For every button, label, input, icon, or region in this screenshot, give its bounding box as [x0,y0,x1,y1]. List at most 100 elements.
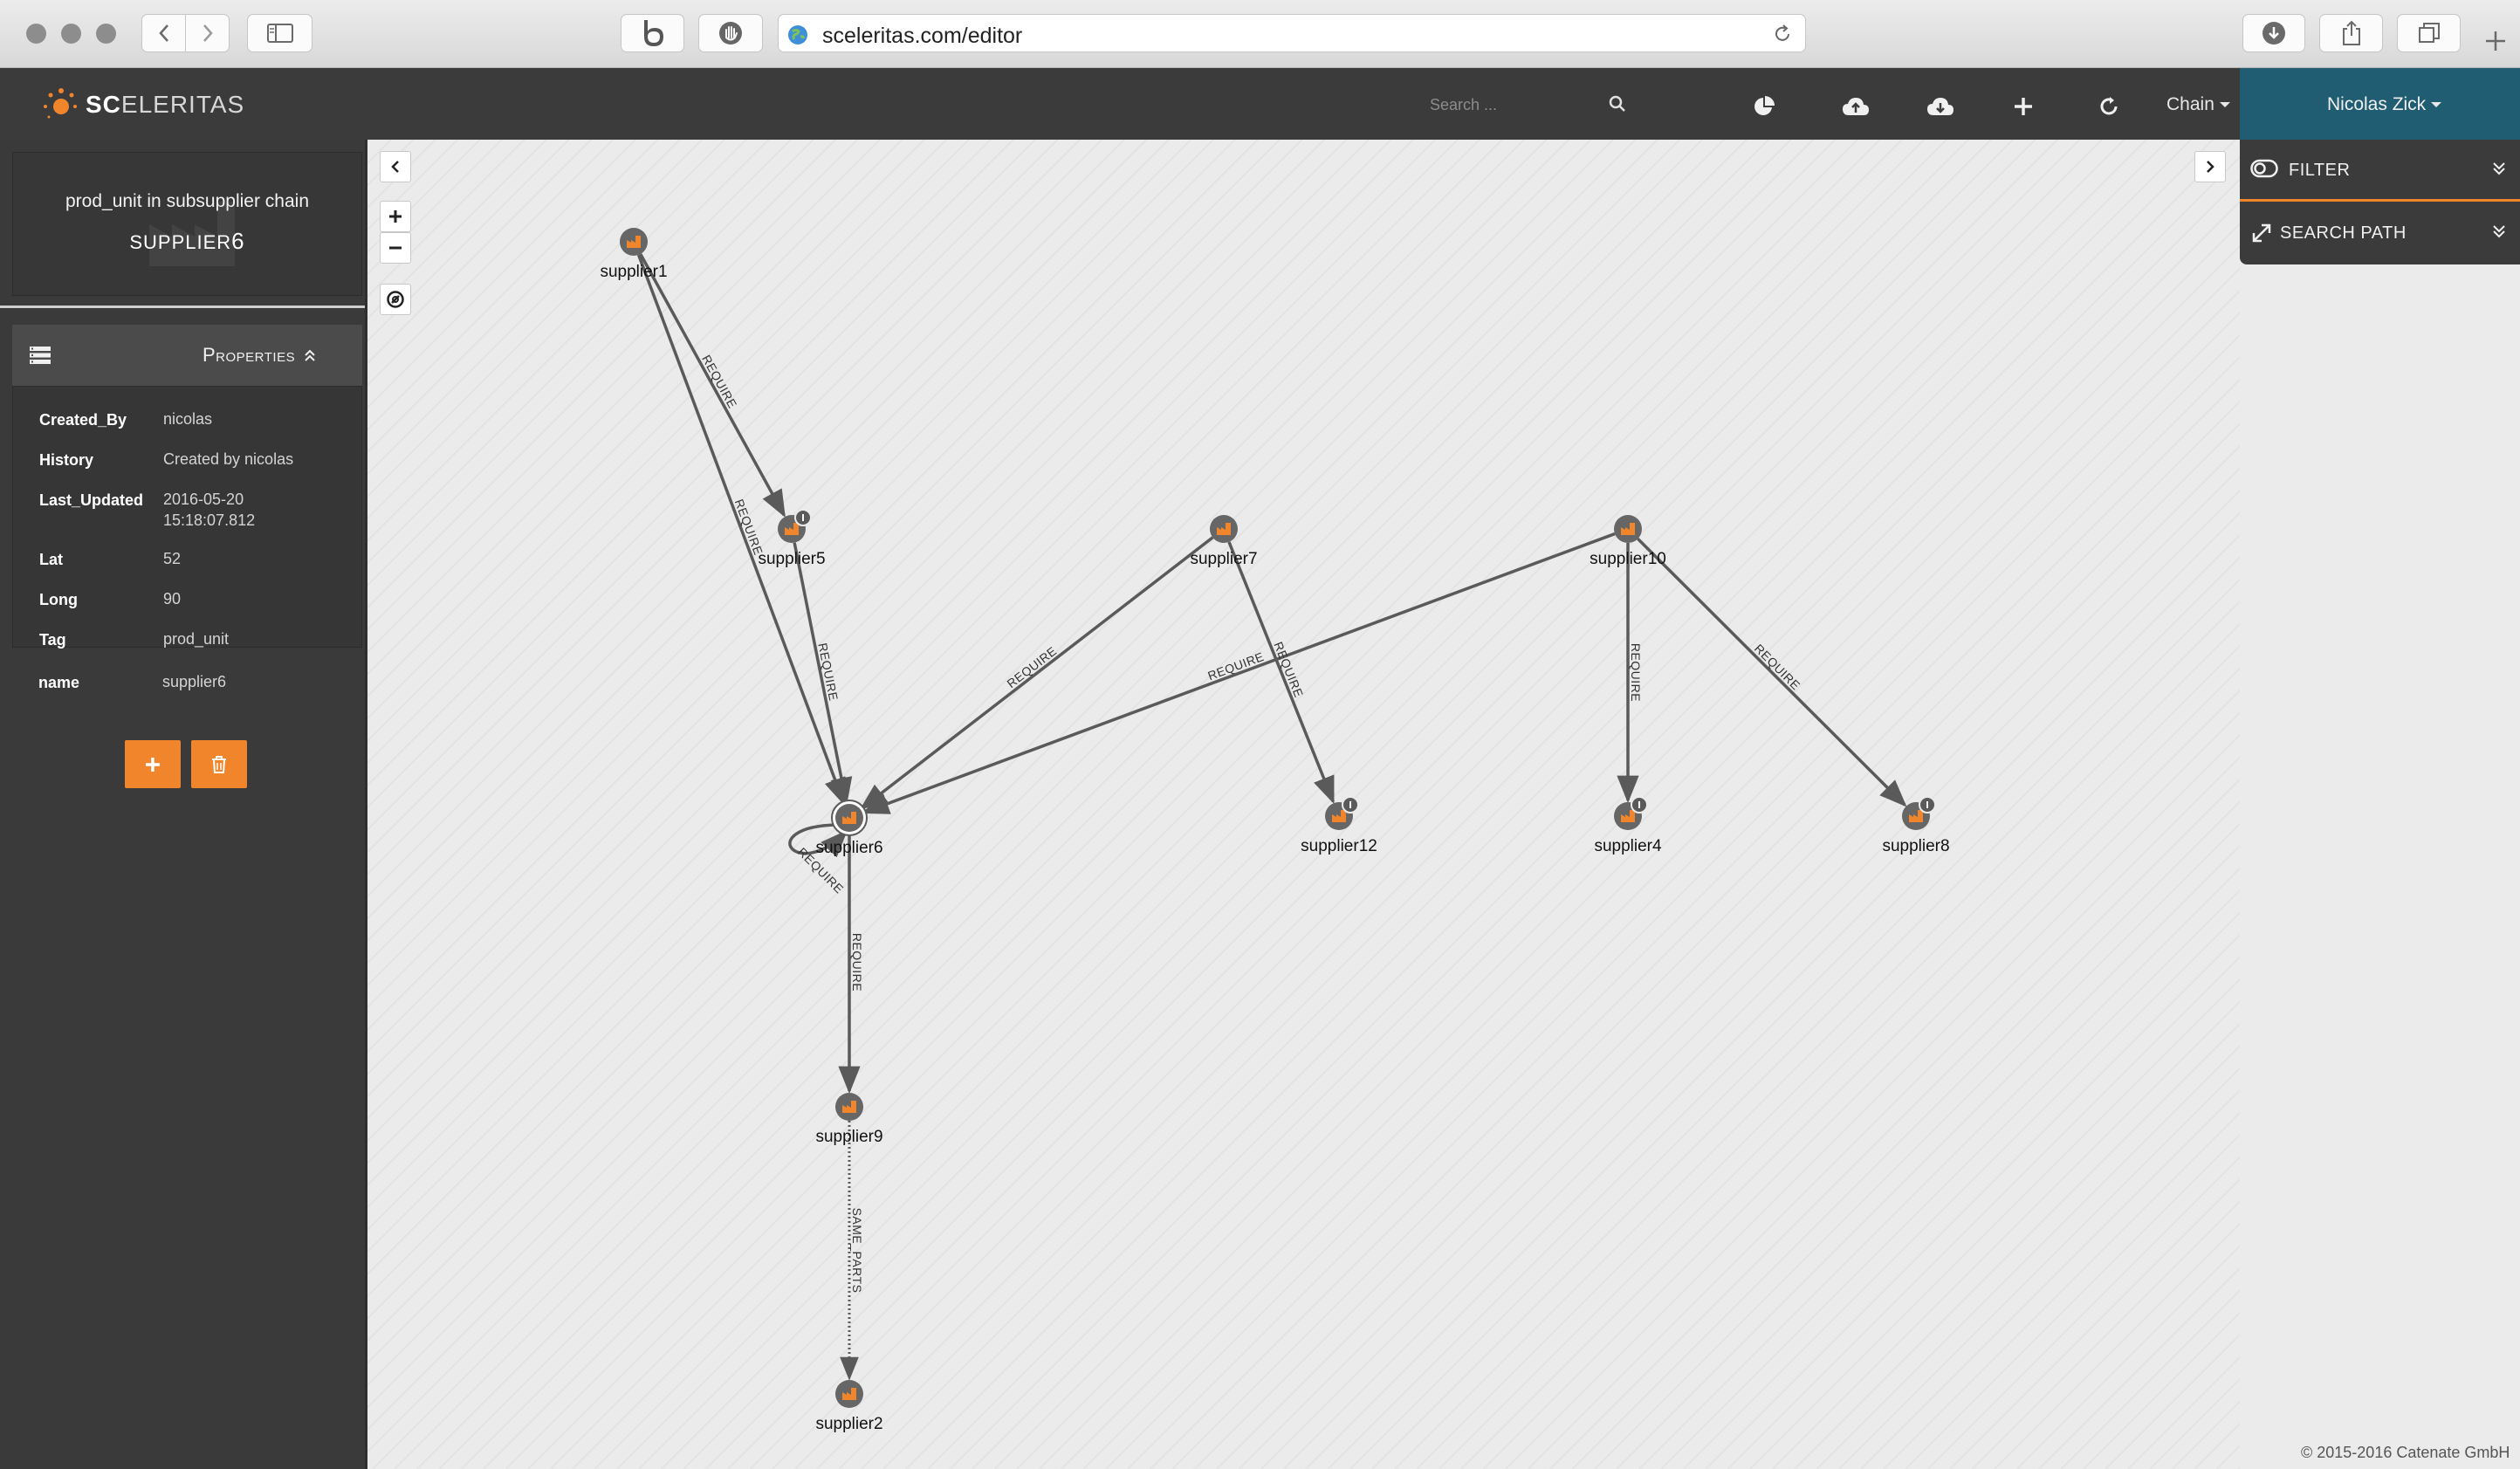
search-path-section[interactable]: SEARCH PATH [2240,203,2520,264]
downloads-button[interactable] [2242,14,2305,52]
edge-label: SAME_PARTS [850,1208,864,1294]
property-key: Last_Updated [39,491,144,509]
pie-chart-icon [1754,96,1775,115]
right-panel: FILTER SEARCH PATH [2240,140,2520,264]
edge-label: REQUIRE [850,933,864,992]
graph-canvas[interactable]: REQUIRE REQUIRE REQUIRE REQUIRE REQUIRE REQUI… [367,140,2240,1469]
plus-icon [389,210,402,223]
caret-down-icon [2431,102,2442,107]
hand-stop-icon [719,22,742,45]
search-box [1428,89,1638,120]
delete-node-button[interactable] [191,740,247,788]
node-title: SUPPLIER6 [129,228,245,254]
list-icon [30,347,51,364]
tabs-overview-button[interactable] [2397,14,2461,52]
extension-hand-button[interactable] [698,14,763,52]
sidebar: prod_unit in subsupplier chain SUPPLIER6… [0,140,367,1469]
window-close-button[interactable] [26,24,46,44]
caret-down-icon [2219,102,2230,107]
user-menu[interactable]: Nicolas Zick [2240,68,2520,140]
property-value: 52 [163,550,182,567]
sidebar-divider [0,305,365,308]
zoom-out-button[interactable] [380,232,411,264]
plus-icon [2486,31,2505,51]
filter-section[interactable]: FILTER [2240,140,2520,201]
back-button[interactable] [142,15,185,51]
expand-arrows-icon [2252,223,2271,243]
add-button[interactable] [2006,89,2041,124]
chevron-double-up-icon [305,349,315,361]
chevron-left-icon [158,24,168,42]
sidebar-toggle-button[interactable] [247,14,312,52]
panel-divider [2240,199,2520,202]
download-button[interactable] [1923,89,1958,124]
download-icon [2263,22,2285,45]
chevron-double-down-icon [2493,162,2505,175]
refresh-icon [2100,97,2118,115]
forward-button[interactable] [185,15,229,51]
zoom-in-button[interactable] [380,201,411,232]
chevron-double-down-icon [2493,225,2505,238]
share-button[interactable] [2319,14,2383,52]
plus-icon [2015,98,2032,115]
property-value: 2016-05-20 15:18:07.812 [163,491,256,529]
chevron-right-icon [203,24,213,42]
property-value: Created by nicolas [163,450,294,468]
recenter-button[interactable] [380,284,411,315]
chevron-left-icon [391,161,399,173]
search-path-label: SEARCH PATH [2280,223,2407,243]
property-value: prod_unit [163,630,230,648]
address-bar[interactable]: sceleritas.com/editor [778,14,1806,52]
property-value: supplier6 [162,673,227,690]
filter-label: FILTER [2289,161,2351,180]
edge-label: REQUIRE [1629,643,1643,702]
node-label: supplier6 [815,839,882,857]
reload-icon[interactable] [1772,24,1793,45]
cloud-download-icon [1927,98,1954,115]
property-key: Created_By [39,411,127,429]
property-key: Lat [39,551,63,568]
chain-dropdown[interactable]: Chain [2166,94,2230,115]
refresh-button[interactable] [2091,89,2126,124]
history-nav [141,14,230,52]
browser-toolbar: sceleritas.com/editor [0,0,2520,68]
supplier-graph[interactable]: REQUIREREQUIREREQUIRE REQUIRE REQUIRE REQUI… [367,140,2240,1469]
user-name-dropdown: Nicolas Zick [2327,94,2442,115]
tabs-icon [2418,23,2440,43]
b-logo-icon [643,20,663,46]
node-label: supplier1 [600,263,667,281]
window-minimize-button[interactable] [61,24,81,44]
properties-table: Created_By nicolas History Created by ni… [12,386,362,649]
toggle-icon [2250,159,2278,178]
node-label: supplier8 [1882,837,1949,855]
property-value: 90 [163,590,182,608]
node-label: supplier5 [758,550,825,568]
properties-header[interactable]: Properties [12,325,362,386]
sceleritas-logo[interactable]: SCELERITAS [40,86,244,124]
new-tab-button[interactable] [2475,21,2516,61]
node-label: supplier4 [1594,837,1662,855]
search-input[interactable] [1428,89,1606,120]
window-zoom-button[interactable] [96,24,116,44]
search-icon[interactable] [1609,95,1626,113]
node-label: supplier12 [1301,837,1377,855]
upload-button[interactable] [1838,89,1873,124]
minus-icon [389,246,402,250]
node-label: supplier9 [815,1128,882,1146]
logo-text: SCELERITAS [86,91,245,118]
sidebar-icon [266,24,293,43]
collapse-sidebar-button[interactable] [380,151,411,182]
selected-node-card: prod_unit in subsupplier chain SUPPLIER6 [12,152,362,296]
plus-icon [146,757,160,772]
properties-title: Properties [203,344,316,367]
property-value: nicolas [163,410,213,428]
app-header: SCELERITAS Chain Nicolas Zick [0,68,2520,140]
add-property-button[interactable] [125,740,181,788]
sun-logo-icon [44,88,77,119]
share-icon [2342,20,2360,45]
statistics-button[interactable] [1747,89,1782,124]
expand-panel-button[interactable] [2194,151,2226,182]
extension-b-button[interactable] [621,14,684,52]
chevron-right-icon [2207,161,2214,173]
node-label: supplier7 [1190,550,1257,568]
